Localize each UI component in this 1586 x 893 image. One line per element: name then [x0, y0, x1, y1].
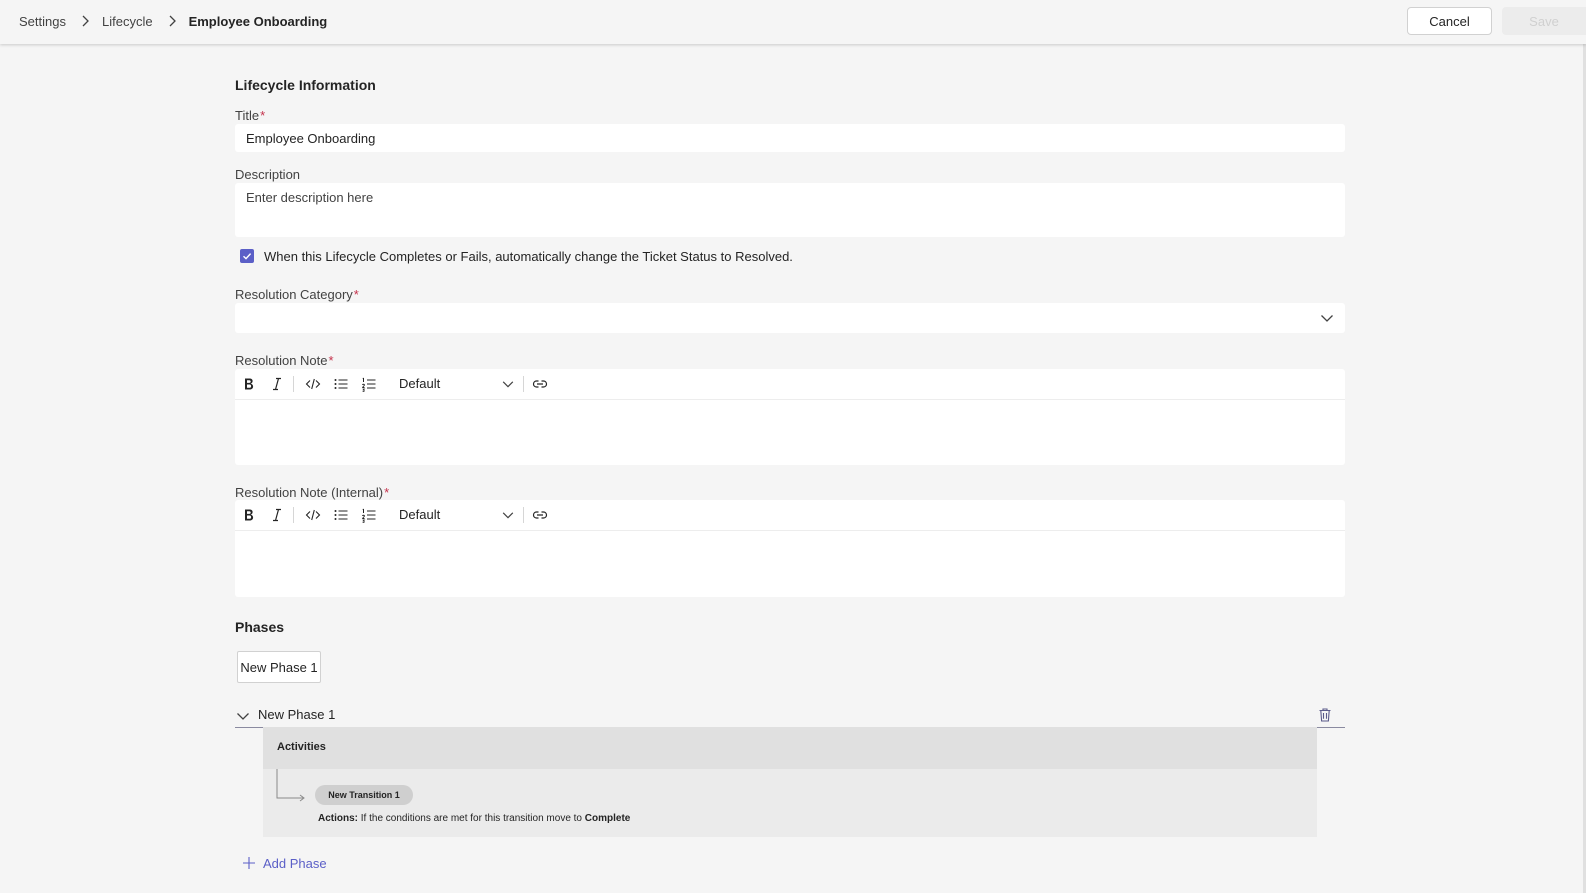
chevron-down-icon[interactable] — [235, 708, 251, 729]
text-style-value: Default — [399, 376, 441, 391]
resolution-category-label-text: Resolution Category — [235, 287, 353, 302]
resolution-note-editor[interactable]: Default — [235, 369, 1345, 465]
numbered-list-icon[interactable] — [361, 376, 377, 392]
save-button[interactable]: Save — [1502, 7, 1586, 35]
activities-header: Activities — [263, 727, 1317, 769]
title-input-value: Employee Onboarding — [246, 131, 376, 146]
resolution-category-dropdown[interactable] — [235, 303, 1345, 333]
chevron-right-icon — [77, 13, 93, 29]
breadcrumb-lifecycle[interactable]: Lifecycle — [102, 14, 153, 29]
resolution-note-internal-label-text: Resolution Note (Internal) — [235, 485, 384, 500]
required-marker: * — [353, 287, 359, 302]
description-placeholder: Enter description here — [246, 190, 374, 205]
required-marker: * — [384, 485, 390, 500]
description-label: Description — [235, 167, 301, 182]
section-title-phases: Phases — [235, 619, 285, 635]
editor-toolbar: Default — [235, 500, 1345, 531]
phase-title: New Phase 1 — [258, 707, 336, 722]
toolbar-divider — [293, 376, 294, 392]
actions-text: If the conditions are met for this trans… — [360, 813, 582, 824]
chevron-down-icon — [501, 508, 515, 525]
checkmark-icon — [243, 253, 252, 260]
chevron-right-icon — [164, 13, 180, 29]
resolution-note-internal-label: Resolution Note (Internal)* — [235, 485, 389, 500]
breadcrumb-current: Employee Onboarding — [188, 13, 328, 29]
bold-icon[interactable] — [241, 507, 257, 523]
text-style-value: Default — [399, 507, 441, 522]
link-icon[interactable] — [532, 507, 548, 523]
resolution-note-internal-editor[interactable]: Default — [235, 500, 1345, 597]
title-label: Title* — [235, 108, 265, 123]
actions-prefix: Actions: — [318, 813, 358, 824]
auto-resolve-label: When this Lifecycle Completes or Fails, … — [264, 249, 793, 264]
italic-icon[interactable] — [269, 507, 285, 523]
add-phase-button[interactable]: Add Phase — [241, 855, 327, 871]
transition-actions: Actions: If the conditions are met for t… — [318, 813, 630, 824]
add-phase-label: Add Phase — [263, 855, 327, 871]
phase-pill[interactable]: New Phase 1 — [237, 651, 321, 683]
bold-icon[interactable] — [241, 376, 257, 392]
plus-icon — [243, 857, 255, 869]
phase-header[interactable]: New Phase 1 — [235, 705, 1345, 728]
editor-toolbar: Default — [235, 369, 1345, 400]
code-icon[interactable] — [305, 376, 321, 392]
chevron-down-icon — [501, 377, 515, 394]
numbered-list-icon[interactable] — [361, 507, 377, 523]
bullet-list-icon[interactable] — [333, 376, 349, 392]
transition-pill[interactable]: New Transition 1 — [315, 785, 413, 805]
italic-icon[interactable] — [269, 376, 285, 392]
title-input[interactable]: Employee Onboarding — [235, 124, 1345, 152]
breadcrumb: Settings Lifecycle Employee Onboarding — [19, 13, 327, 29]
delete-icon[interactable] — [1317, 707, 1333, 728]
activities-title: Activities — [277, 741, 326, 753]
link-icon[interactable] — [532, 376, 548, 392]
chevron-down-icon — [1319, 310, 1335, 331]
toolbar-divider — [293, 507, 294, 523]
transition-connector-icon — [276, 769, 305, 802]
auto-resolve-checkbox[interactable] — [240, 249, 254, 263]
section-title-lifecycle-information: Lifecycle Information — [235, 77, 376, 93]
breadcrumb-settings[interactable]: Settings — [19, 14, 66, 29]
resolution-note-label: Resolution Note* — [235, 353, 334, 368]
cancel-button[interactable]: Cancel — [1407, 7, 1492, 35]
description-input[interactable]: Enter description here — [235, 183, 1345, 237]
bullet-list-icon[interactable] — [333, 507, 349, 523]
text-style-dropdown[interactable]: Default — [399, 507, 515, 522]
required-marker: * — [260, 108, 266, 123]
activities-panel: Activities New Transition 1 Actions: If … — [263, 727, 1317, 837]
resolution-category-label: Resolution Category* — [235, 287, 359, 302]
resolution-note-label-text: Resolution Note — [235, 353, 328, 368]
toolbar-divider — [523, 376, 524, 392]
toolbar-divider — [523, 507, 524, 523]
text-style-dropdown[interactable]: Default — [399, 376, 515, 391]
code-icon[interactable] — [305, 507, 321, 523]
title-label-text: Title — [235, 108, 260, 123]
required-marker: * — [328, 353, 334, 368]
top-bar: Settings Lifecycle Employee Onboarding C… — [0, 0, 1586, 44]
actions-target: Complete — [584, 813, 631, 824]
